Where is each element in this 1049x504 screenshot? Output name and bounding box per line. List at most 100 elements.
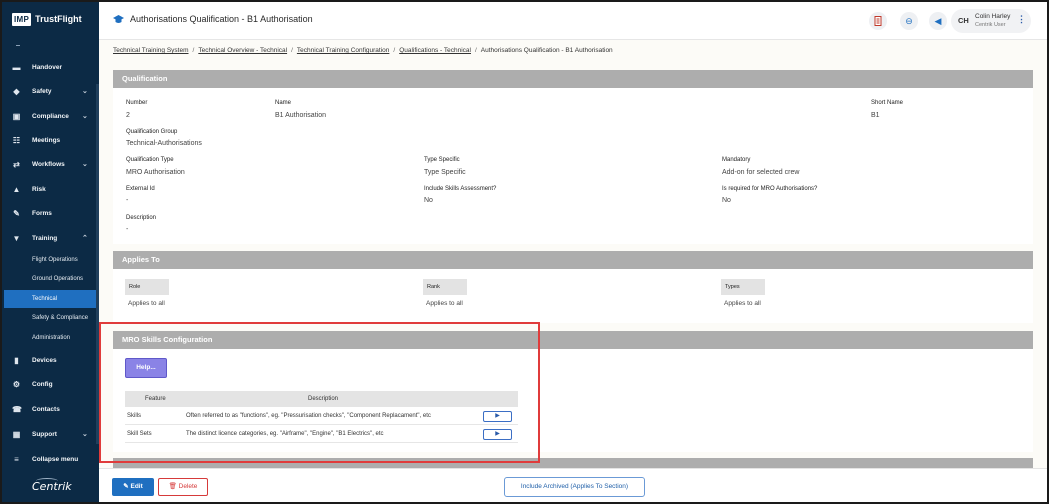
support-icon: ▦ [12, 429, 21, 439]
sidebar-item-meetings[interactable]: ☷ Meetings [2, 129, 96, 151]
breadcrumb-current: Authorisations Qualification - B1 Author… [480, 47, 613, 54]
field-label: Short Name [871, 100, 904, 106]
field-value: Add-on for selected crew [722, 169, 800, 176]
sidebar-item-support[interactable]: ▦ Support ⌄ [2, 423, 96, 445]
sidebar-item-label: Contacts [32, 405, 60, 413]
field-label: Include Skills Assessment? [424, 186, 497, 192]
field-value: No [722, 197, 731, 204]
shield-icon: ◆ [13, 86, 20, 96]
field-value: B1 [871, 112, 880, 119]
workflow-icon: ⇄ [13, 159, 20, 169]
applies-to-value: Applies to all [724, 300, 761, 307]
sidebar-item-risk[interactable]: ▲ Risk [2, 178, 96, 200]
chevron-down-icon: ⌄ [82, 161, 88, 168]
sidebar-item-contacts[interactable]: ☎ Contacts [2, 398, 96, 420]
sidebar-subitem-flight-operations[interactable]: Flight Operations [4, 251, 96, 269]
sidebar-subitem-ground-operations[interactable]: Ground Operations [4, 270, 96, 288]
column-header: Rank [423, 279, 467, 295]
breadcrumb-link[interactable]: Qualifications - Technical [399, 47, 471, 54]
field-label: External Id [126, 186, 155, 192]
qualification-section: Qualification Number 2 Name B1 Authorisa… [113, 70, 1033, 244]
applies-to-value: Applies to all [128, 300, 165, 307]
centrik-logo: Centrik [32, 480, 72, 493]
megaphone-icon: ◀ [934, 15, 942, 26]
user-name: Colin Harley [975, 13, 1011, 20]
sidebar-item-config[interactable]: ⚙ Config [2, 373, 96, 395]
include-archived-button[interactable]: Include Archived (Applies To Section) [504, 477, 645, 497]
action-bar: ✎ Edit 🗑 Delete Include Archived (Applie… [99, 468, 1047, 502]
graduation-cap-icon: ▼ [12, 233, 21, 243]
sidebar-item-compliance[interactable]: ▣ Compliance ⌄ [2, 105, 96, 127]
sidebar-subitem-technical[interactable]: Technical [4, 290, 96, 308]
sidebar-item-label: Devices [32, 356, 57, 364]
top-header: Authorisations Qualification - B1 Author… [99, 2, 1047, 40]
chevron-up-icon: ⌃ [82, 235, 88, 242]
sidebar-item-workflows[interactable]: ⇄ Workflows ⌄ [2, 153, 96, 175]
edit-button[interactable]: ✎ Edit [112, 478, 154, 496]
sidebar-item-label: Training [32, 234, 58, 242]
sidebar-item-safety[interactable]: ◆ Safety ⌄ [2, 80, 96, 102]
app-window: IMP TrustFlight ▬ Handover ◆ Safety ⌄ ▣ … [0, 0, 1049, 504]
user-role: Centrik User [975, 22, 1006, 28]
brand-badge: IMP [12, 12, 32, 26]
field-label: Name [275, 100, 292, 106]
field-value: Technical-Authorisations [126, 140, 202, 147]
field-value: No [424, 197, 433, 204]
sidebar-item-label: Risk [32, 185, 46, 193]
brand-name: TrustFlight [35, 14, 82, 24]
collapse-icon: ≡ [14, 454, 19, 464]
field-label: Type Specific [424, 157, 460, 163]
field-value: 2 [126, 112, 130, 119]
section-heading: Qualification [113, 70, 1033, 88]
sidebar-item-label: Collapse menu [32, 455, 79, 463]
column-header: Types [721, 279, 765, 295]
collapse-menu-button[interactable]: ≡ Collapse menu [2, 448, 96, 470]
document-icon [874, 16, 882, 26]
breadcrumb-link[interactable]: Technical Overview - Technical [198, 47, 287, 54]
link-button[interactable]: ⊖ [900, 12, 918, 30]
field-label: Description [126, 215, 157, 221]
section-heading: Applies To [113, 251, 1033, 269]
link-icon: ⊖ [905, 15, 913, 26]
column-header: Role [125, 279, 169, 295]
chevron-down-icon: ⌄ [82, 431, 88, 438]
config-icon: ⚙ [12, 379, 21, 389]
chevron-down-icon: ⌄ [82, 88, 88, 95]
sidebar-item-label: Compliance [32, 112, 69, 120]
meetings-icon: ☷ [12, 135, 21, 145]
page-title: Authorisations Qualification - B1 Author… [130, 14, 313, 24]
applies-to-section: Applies To Role Applies to all Rank Appl… [113, 251, 1033, 323]
risk-icon: ▲ [12, 184, 21, 194]
sidebar: IMP TrustFlight ▬ Handover ◆ Safety ⌄ ▣ … [2, 2, 99, 502]
delete-button[interactable]: 🗑 Delete [158, 478, 208, 496]
sidebar-item-devices[interactable]: ▮ Devices [2, 349, 96, 371]
sidebar-subitem-administration[interactable]: Administration [4, 329, 96, 347]
sidebar-subitem-safety-compliance[interactable]: Safety & Compliance [4, 309, 96, 327]
sidebar-item-handover[interactable]: ▬ Handover [2, 56, 96, 78]
breadcrumb-link[interactable]: Technical Training Configuration [297, 47, 390, 54]
sidebar-scroll-indicator [16, 45, 20, 46]
contacts-icon: ☎ [12, 404, 22, 414]
sidebar-item-training[interactable]: ▼ Training ⌃ [2, 227, 96, 249]
graduation-cap-icon [113, 15, 124, 23]
document-icon-button[interactable] [869, 12, 887, 30]
field-label: Mandatory [722, 157, 751, 163]
applies-to-value: Applies to all [426, 300, 463, 307]
brand-logo[interactable]: IMP TrustFlight [2, 2, 99, 36]
sidebar-item-forms[interactable]: ✎ Forms [2, 202, 96, 224]
sidebar-item-label: Safety [32, 87, 52, 95]
field-label: Qualification Type [126, 157, 174, 163]
chevron-down-icon: ⌄ [82, 113, 88, 120]
kebab-menu-icon[interactable]: ⋮ [1017, 14, 1026, 25]
field-label: Number [126, 100, 148, 106]
field-label: Qualification Group [126, 129, 178, 135]
announcements-button[interactable]: ◀ [929, 12, 947, 30]
field-value: - [126, 226, 129, 233]
field-value: MRO Authorisation [126, 169, 185, 176]
user-menu[interactable]: CH Colin Harley Centrik User ⋮ [951, 9, 1031, 33]
compliance-icon: ▣ [12, 111, 21, 121]
breadcrumb-link[interactable]: Technical Training System [113, 47, 189, 54]
trash-icon: 🗑 [168, 483, 179, 490]
avatar: CH [958, 16, 969, 25]
field-label: Is required for MRO Authorisations? [722, 186, 818, 192]
